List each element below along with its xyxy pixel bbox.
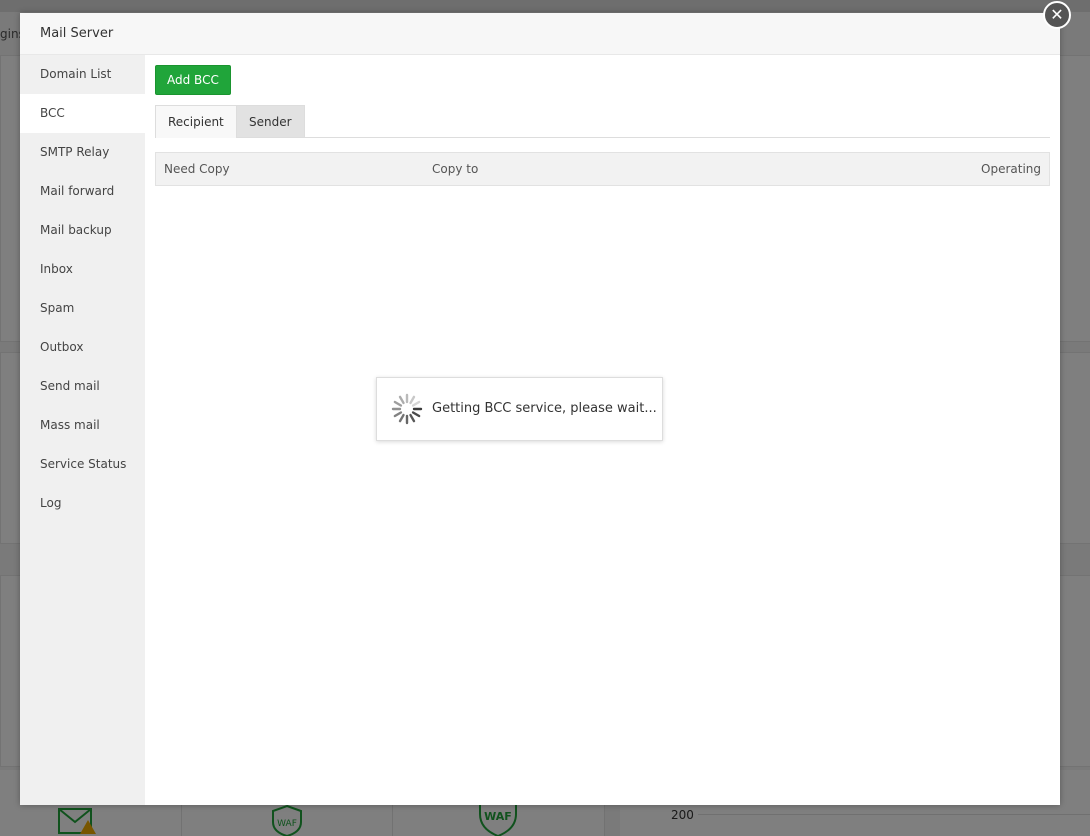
tab-sender[interactable]: Sender: [236, 105, 305, 137]
spinner-ray: [411, 411, 421, 418]
sidebar: Domain List BCC SMTP Relay Mail forward Mail…: [20, 55, 145, 805]
spinner-ray: [409, 395, 416, 405]
column-need-copy: Need Copy: [164, 162, 230, 176]
sidebar-item-mail-backup[interactable]: Mail backup: [20, 211, 145, 250]
bcc-table-header: Need Copy Copy to Operating: [155, 152, 1050, 186]
spinner-ray: [393, 400, 403, 407]
sidebar-item-domain-list[interactable]: Domain List: [20, 55, 145, 94]
loading-message: Getting BCC service, please wait...: [432, 401, 657, 416]
spinner-ray: [393, 411, 403, 418]
close-icon[interactable]: ✕: [1043, 1, 1071, 29]
sidebar-item-bcc[interactable]: BCC: [20, 94, 145, 133]
modal-title: Mail Server: [40, 26, 114, 41]
column-operating: Operating: [981, 162, 1041, 176]
sidebar-item-spam[interactable]: Spam: [20, 289, 145, 328]
sidebar-item-send-mail[interactable]: Send mail: [20, 367, 145, 406]
spinner-ray: [411, 400, 421, 407]
loading-spinner-icon: [391, 393, 423, 425]
sidebar-item-mail-forward[interactable]: Mail forward: [20, 172, 145, 211]
bcc-table-body: [155, 186, 1050, 306]
sidebar-item-outbox[interactable]: Outbox: [20, 328, 145, 367]
spinner-ray: [409, 413, 416, 423]
sidebar-item-inbox[interactable]: Inbox: [20, 250, 145, 289]
column-copy-to: Copy to: [432, 162, 479, 176]
sidebar-item-mass-mail[interactable]: Mass mail: [20, 406, 145, 445]
tab-recipient[interactable]: Recipient: [155, 105, 237, 138]
sidebar-item-smtp-relay[interactable]: SMTP Relay: [20, 133, 145, 172]
loading-dialog: Getting BCC service, please wait...: [376, 377, 663, 441]
bcc-tabs: Recipient Sender: [155, 105, 1050, 138]
sidebar-item-service-status[interactable]: Service Status: [20, 445, 145, 484]
sidebar-item-log[interactable]: Log: [20, 484, 145, 523]
spinner-ray: [398, 413, 405, 423]
add-bcc-button[interactable]: Add BCC: [155, 65, 231, 95]
modal-header: Mail Server: [20, 13, 1060, 55]
spinner-ray: [398, 395, 405, 405]
